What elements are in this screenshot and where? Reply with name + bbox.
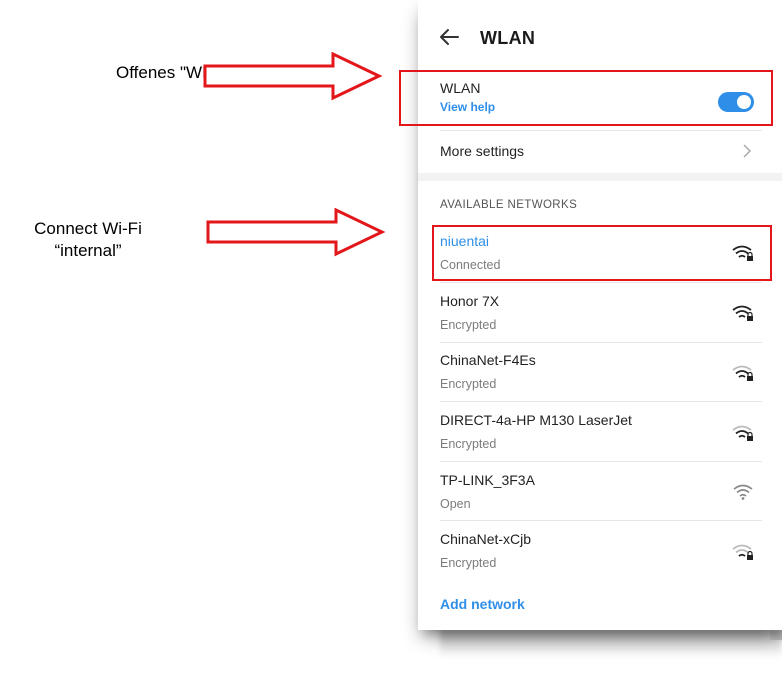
divider bbox=[440, 342, 762, 343]
network-name: ChinaNet-xCjb bbox=[440, 531, 532, 547]
wifi-locked-icon bbox=[732, 544, 753, 560]
annotation-connect-line1: Connect Wi-Fi bbox=[34, 219, 142, 238]
annotation-arrow-icon bbox=[206, 208, 386, 257]
network-row-tp-link[interactable]: TP-LINK_3F3A Open bbox=[418, 466, 782, 518]
app-bar: WLAN bbox=[418, 22, 782, 58]
wifi-icon bbox=[733, 484, 753, 500]
section-gap bbox=[418, 173, 782, 181]
network-name: Honor 7X bbox=[440, 293, 500, 309]
network-name: ChinaNet-F4Es bbox=[440, 352, 536, 368]
chevron-right-icon bbox=[743, 144, 752, 158]
network-status: Encrypted bbox=[440, 318, 497, 332]
highlight-wlan-toggle bbox=[399, 70, 773, 126]
annotation-arrow-icon bbox=[203, 52, 383, 101]
network-row-chinanet-xcjb[interactable]: ChinaNet-xCjb Encrypted bbox=[418, 525, 782, 577]
wifi-locked-icon bbox=[732, 305, 753, 321]
network-name: TP-LINK_3F3A bbox=[440, 472, 535, 488]
available-networks-heading: AVAILABLE NETWORKS bbox=[440, 199, 578, 211]
arrow-left-icon[interactable] bbox=[438, 26, 460, 48]
network-status: Open bbox=[440, 497, 471, 511]
network-name: DIRECT-4a-HP M130 LaserJet bbox=[440, 412, 632, 428]
network-row-direct-hp[interactable]: DIRECT-4a-HP M130 LaserJet Encrypted bbox=[418, 406, 782, 458]
network-status: Encrypted bbox=[440, 377, 497, 391]
add-network-link[interactable]: Add network bbox=[440, 596, 525, 612]
wifi-locked-icon bbox=[732, 425, 753, 441]
annotation-connect-line2: “internal” bbox=[54, 241, 122, 260]
more-settings-label: More settings bbox=[440, 143, 525, 159]
divider bbox=[440, 520, 762, 521]
divider bbox=[440, 461, 762, 462]
highlight-network-niuentai bbox=[432, 225, 772, 281]
network-row-chinanet-f4es[interactable]: ChinaNet-F4Es Encrypted bbox=[418, 346, 782, 398]
divider bbox=[440, 282, 762, 283]
page-title: WLAN bbox=[480, 28, 536, 48]
annotation-connect-wifi: Connect Wi-Fi “internal” bbox=[4, 218, 172, 262]
more-settings-row[interactable]: More settings bbox=[418, 131, 782, 171]
divider bbox=[440, 401, 762, 402]
network-row-honor-7x[interactable]: Honor 7X Encrypted bbox=[418, 287, 782, 339]
network-status: Encrypted bbox=[440, 556, 497, 570]
network-status: Encrypted bbox=[440, 437, 497, 451]
wifi-locked-icon bbox=[732, 365, 753, 381]
panel-shadow bbox=[440, 628, 782, 658]
